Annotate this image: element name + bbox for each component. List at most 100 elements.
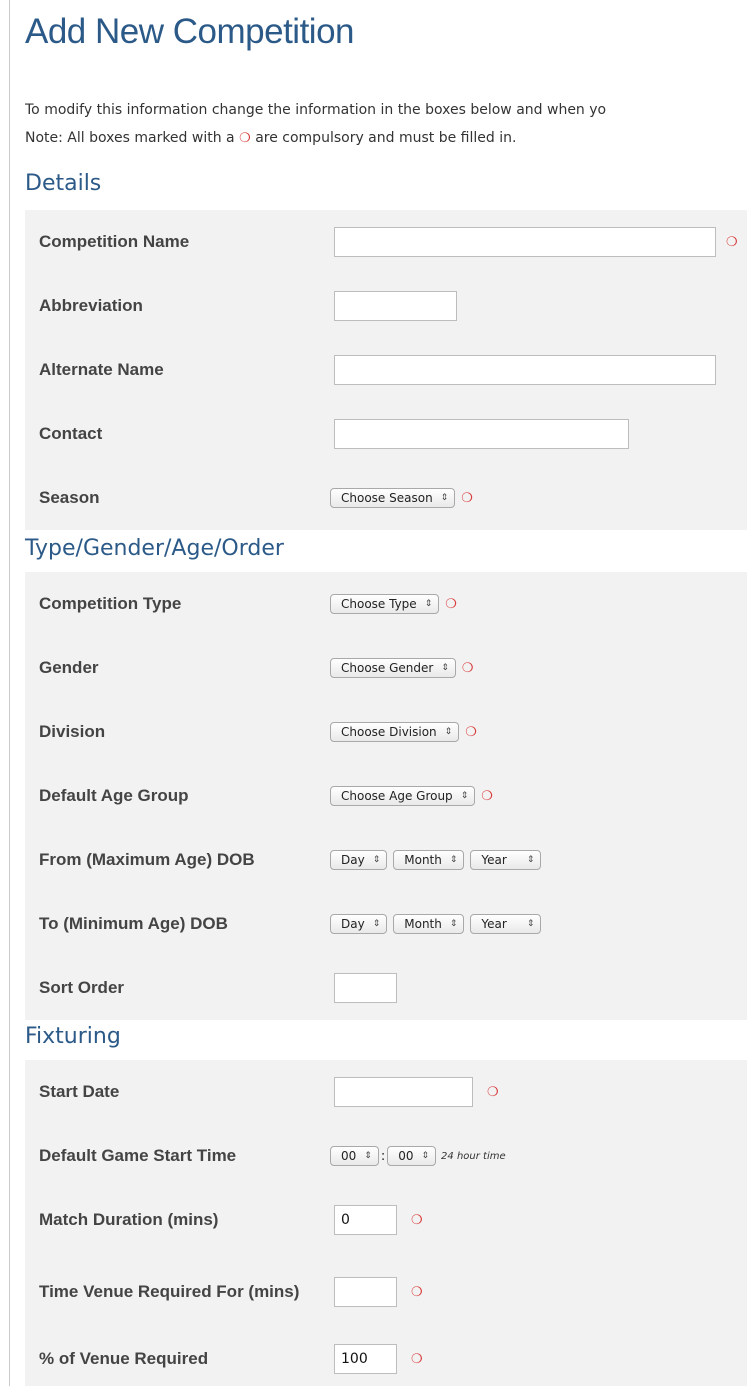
- from-dob-year-value: Year: [481, 853, 507, 867]
- field-label: Alternate Name: [39, 360, 164, 379]
- to-dob-day-value: Day: [341, 917, 365, 931]
- field-label: Gender: [39, 658, 99, 677]
- start-hour-value: 00: [341, 1149, 357, 1163]
- row-contact: Contact: [25, 402, 747, 466]
- sort-order-input[interactable]: [334, 973, 397, 1003]
- match-duration-input[interactable]: [334, 1205, 397, 1235]
- row-alternate-name: Alternate Name: [25, 338, 747, 402]
- row-start-date: Start Date ❍: [25, 1060, 747, 1124]
- field-label: To (Minimum Age) DOB: [39, 914, 228, 933]
- division-select-value: Choose Division: [341, 725, 437, 739]
- field-label: Time Venue Required For (mins): [39, 1282, 300, 1301]
- competition-type-select[interactable]: Choose Type ⇕: [330, 594, 440, 614]
- select-arrows-icon: ⇕: [449, 918, 458, 929]
- field-label: % of Venue Required: [39, 1349, 209, 1368]
- abbreviation-input[interactable]: [334, 291, 457, 321]
- field-label: Division: [39, 722, 106, 741]
- alternate-name-input[interactable]: [334, 355, 716, 385]
- required-marker-icon: ❍: [465, 724, 477, 740]
- intro-line-1: To modify this information change the in…: [25, 102, 607, 118]
- row-venue-time-required: Time Venue Required For (mins) ❍: [25, 1252, 747, 1332]
- venue-percent-input[interactable]: [334, 1344, 397, 1374]
- competition-name-input[interactable]: [334, 227, 716, 257]
- required-marker-icon: ❍: [411, 1284, 423, 1300]
- field-label: Default Age Group: [39, 786, 189, 805]
- required-marker-icon: ❍: [411, 1212, 423, 1228]
- time-format-hint: 24 hour time: [441, 1150, 506, 1162]
- division-select[interactable]: Choose Division ⇕: [330, 722, 460, 742]
- section-heading-type: Type/Gender/Age/Order: [25, 536, 284, 561]
- row-from-dob: From (Maximum Age) DOB Day ⇕ Month ⇕ Yea…: [25, 828, 747, 892]
- from-dob-month-value: Month: [404, 853, 442, 867]
- from-dob-day-select[interactable]: Day ⇕: [330, 850, 388, 870]
- to-dob-month-value: Month: [404, 917, 442, 931]
- required-marker-icon: ❍: [445, 596, 457, 612]
- season-select-value: Choose Season: [341, 491, 433, 505]
- page-title: Add New Competition: [25, 12, 355, 51]
- row-match-duration: Match Duration (mins) ❍: [25, 1188, 747, 1252]
- field-label: Competition Type: [39, 594, 182, 613]
- section-heading-details: Details: [25, 171, 102, 196]
- select-arrows-icon: ⇕: [449, 854, 458, 865]
- select-arrows-icon: ⇕: [526, 854, 535, 865]
- required-marker-icon: ❍: [411, 1351, 423, 1367]
- from-dob-year-select[interactable]: Year ⇕: [470, 850, 542, 870]
- time-separator: :: [380, 1148, 386, 1164]
- required-marker-icon: ❍: [481, 788, 493, 804]
- row-gender: Gender Choose Gender ⇕ ❍: [25, 636, 747, 700]
- gender-select-value: Choose Gender: [341, 661, 434, 675]
- competition-type-select-value: Choose Type: [341, 597, 417, 611]
- required-marker-icon: ❍: [239, 131, 251, 146]
- field-label: Abbreviation: [39, 296, 143, 315]
- required-marker-icon: ❍: [461, 660, 474, 676]
- select-arrows-icon: ⇕: [526, 918, 535, 929]
- field-label: From (Maximum Age) DOB: [39, 850, 255, 869]
- field-label: Match Duration (mins): [39, 1210, 219, 1229]
- intro-text: To modify this information change the in…: [25, 96, 747, 152]
- select-arrows-icon: ⇕: [460, 790, 469, 801]
- age-group-select-value: Choose Age Group: [341, 789, 453, 803]
- row-default-age-group: Default Age Group Choose Age Group ⇕ ❍: [25, 764, 747, 828]
- field-label: Season: [39, 488, 100, 507]
- venue-time-input[interactable]: [334, 1277, 397, 1307]
- from-dob-day-value: Day: [341, 853, 365, 867]
- row-abbreviation: Abbreviation: [25, 274, 747, 338]
- select-arrows-icon: ⇕: [421, 1150, 430, 1161]
- age-group-select[interactable]: Choose Age Group ⇕: [330, 786, 476, 806]
- start-minute-select[interactable]: 00 ⇕: [387, 1146, 437, 1166]
- from-dob-month-select[interactable]: Month ⇕: [393, 850, 465, 870]
- select-arrows-icon: ⇕: [444, 726, 453, 737]
- start-date-input[interactable]: [334, 1077, 473, 1107]
- select-arrows-icon: ⇕: [440, 492, 449, 503]
- field-label: Start Date: [39, 1082, 120, 1101]
- field-label: Competition Name: [39, 232, 190, 251]
- row-season: Season Choose Season ⇕ ❍: [25, 466, 747, 530]
- section-heading-fixturing: Fixturing: [25, 1024, 121, 1049]
- select-arrows-icon: ⇕: [364, 1150, 372, 1161]
- field-label: Default Game Start Time: [39, 1146, 237, 1165]
- select-arrows-icon: ⇕: [441, 662, 449, 673]
- row-to-dob: To (Minimum Age) DOB Day ⇕ Month ⇕ Year …: [25, 892, 747, 956]
- row-division: Division Choose Division ⇕ ❍: [25, 700, 747, 764]
- start-minute-value: 00: [398, 1149, 414, 1163]
- field-label: Contact: [39, 424, 103, 443]
- start-hour-select[interactable]: 00 ⇕: [330, 1146, 379, 1166]
- field-label: Sort Order: [39, 978, 125, 997]
- row-competition-name: Competition Name ❍: [25, 210, 747, 274]
- row-competition-type: Competition Type Choose Type ⇕ ❍: [25, 572, 747, 636]
- required-marker-icon: ❍: [461, 490, 473, 506]
- gender-select[interactable]: Choose Gender ⇕: [330, 658, 456, 678]
- contact-input[interactable]: [334, 419, 629, 449]
- to-dob-year-select[interactable]: Year ⇕: [470, 914, 542, 934]
- required-marker-icon: ❍: [487, 1084, 499, 1100]
- intro-note-prefix: Note: All boxes marked with a: [25, 130, 235, 146]
- intro-note-suffix: are compulsory and must be filled in.: [255, 130, 517, 146]
- select-arrows-icon: ⇕: [424, 598, 433, 609]
- select-arrows-icon: ⇕: [372, 918, 381, 929]
- intro-line-2: Note: All boxes marked with a ❍ are comp…: [25, 124, 747, 152]
- row-default-game-start-time: Default Game Start Time 00 ⇕ : 00 ⇕ 24 h…: [25, 1124, 747, 1188]
- to-dob-month-select[interactable]: Month ⇕: [393, 914, 465, 934]
- row-venue-percent: % of Venue Required ❍: [25, 1332, 747, 1386]
- to-dob-day-select[interactable]: Day ⇕: [330, 914, 388, 934]
- season-select[interactable]: Choose Season ⇕: [330, 488, 456, 508]
